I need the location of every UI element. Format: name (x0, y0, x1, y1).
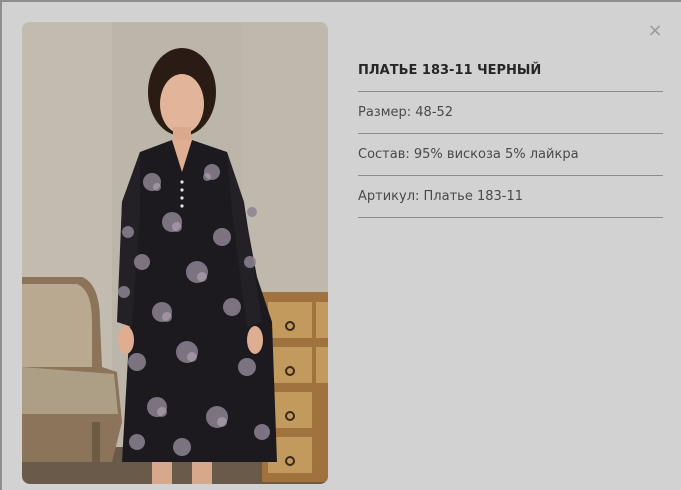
product-composition: Состав: 95% вискоза 5% лайкра (358, 134, 663, 176)
product-details: ПЛАТЬЕ 183-11 ЧЕРНЫЙ Размер: 48-52 Соста… (358, 50, 663, 218)
product-size: Размер: 48-52 (358, 92, 663, 134)
product-quick-view-modal: × ПЛАТЬЕ 183-11 ЧЕРНЫЙ Размер: 48-52 Сос… (2, 2, 681, 490)
product-title: ПЛАТЬЕ 183-11 ЧЕРНЫЙ (358, 50, 663, 92)
product-article: Артикул: Платье 183-11 (358, 176, 663, 218)
close-icon[interactable]: × (646, 22, 664, 40)
product-photo-illustration (22, 22, 328, 484)
product-photo (22, 22, 328, 484)
